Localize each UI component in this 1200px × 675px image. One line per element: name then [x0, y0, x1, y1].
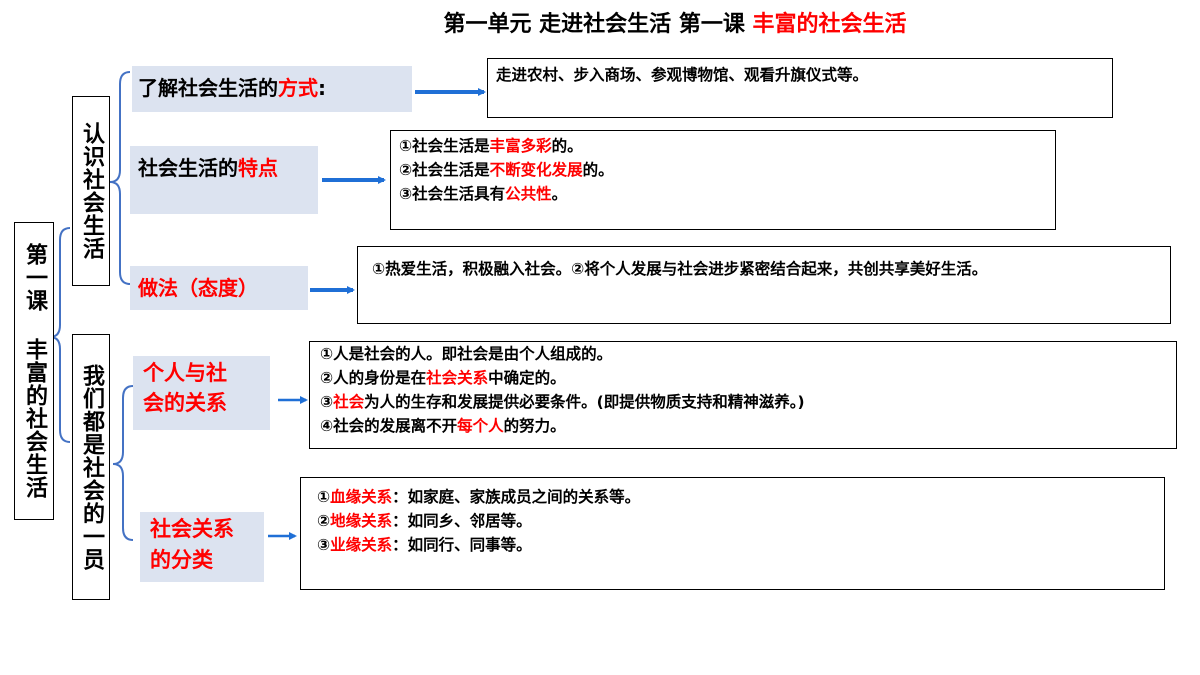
text: ②社会生活是: [399, 161, 490, 179]
text: 的。: [582, 161, 614, 179]
text: ①人是社会的人。即社会是由个人组成的。: [320, 345, 613, 363]
group1-bracket: [109, 71, 131, 285]
relation-line-1: ①人是社会的人。即社会是由个人组成的。: [320, 342, 1176, 366]
highlight: 社会: [333, 393, 365, 411]
highlight: 血缘关系: [330, 488, 393, 506]
content-box-way: 走进农村、步入商场、参观博物馆、观看升旗仪式等。: [487, 58, 1113, 118]
content-box-category: ①血缘关系：如家庭、家族成员之间的关系等。 ②地缘关系：如同乡、邻居等。 ③业缘…: [300, 477, 1165, 590]
highlight: 公共性: [505, 185, 552, 203]
feature-line-3: ③社会生活具有公共性。: [399, 182, 1055, 206]
label-highlight: 特点: [238, 156, 278, 180]
text: ②: [317, 512, 331, 530]
content-box-feature: ①社会生活是丰富多彩的。 ②社会生活是不断变化发展的。 ③社会生活具有公共性。: [390, 130, 1056, 230]
group-label-understand: 认识社会生活: [79, 122, 104, 260]
highlight: 不断变化发展: [489, 161, 583, 179]
label-highlight: 方式: [278, 76, 318, 100]
highlight: 每个人: [457, 417, 504, 435]
label-line: 的分类: [150, 548, 213, 572]
group-node-understand: 认识社会生活: [72, 96, 110, 286]
text: 的。: [551, 137, 583, 155]
highlight: 社会关系: [426, 369, 489, 387]
text: ：如同乡、邻居等。: [392, 512, 532, 530]
text: 的努力。: [503, 417, 566, 435]
group-node-member: 我们都是社会的一员: [72, 334, 110, 600]
label-text: 社会生活的: [138, 156, 238, 180]
content-line: 走进农村、步入商场、参观博物馆、观看升旗仪式等。: [496, 66, 869, 84]
label-line: 会的关系: [143, 391, 227, 415]
text: ②人的身份是在: [320, 369, 427, 387]
text: ③: [320, 393, 334, 411]
item-label-category: 社会关系 的分类: [140, 512, 264, 582]
category-line-1: ①血缘关系：如家庭、家族成员之间的关系等。: [317, 485, 1164, 509]
text: ①社会生活是: [399, 137, 490, 155]
text: ：如家庭、家族成员之间的关系等。: [392, 488, 641, 506]
text: 。: [551, 185, 568, 203]
text: 为人的生存和发展提供必要条件。(即提供物质支持和精神滋养。): [364, 393, 805, 411]
label-line: 个人与社: [143, 361, 227, 385]
item-label-feature: 社会生活的特点: [130, 146, 318, 214]
item-label-practice: 做法（态度）: [130, 266, 308, 310]
highlight: 丰富多彩: [489, 137, 552, 155]
label-suffix: :: [318, 76, 326, 100]
group2-bracket: [112, 385, 134, 541]
feature-line-1: ①社会生活是丰富多彩的。: [399, 134, 1055, 158]
category-line-3: ③业缘关系：如同行、同事等。: [317, 533, 1164, 557]
text: ③: [317, 536, 331, 554]
feature-line-2: ②社会生活是不断变化发展的。: [399, 158, 1055, 182]
highlight: 地缘关系: [330, 512, 393, 530]
relation-line-2: ②人的身份是在社会关系中确定的。: [320, 366, 1176, 390]
text: ③社会生活具有: [399, 185, 506, 203]
relation-line-4: ④社会的发展离不开每个人的努力。: [320, 414, 1176, 438]
relation-line-3: ③社会为人的生存和发展提供必要条件。(即提供物质支持和精神滋养。): [320, 390, 1176, 414]
text: ：如同行、同事等。: [392, 536, 532, 554]
label-text: 了解社会生活的: [138, 76, 278, 100]
root-label: 第一课 丰富的社会生活: [22, 243, 47, 499]
group-label-member: 我们都是社会的一员: [79, 363, 104, 571]
item-label-relation: 个人与社 会的关系: [133, 356, 270, 430]
content-box-relation: ①人是社会的人。即社会是由个人组成的。 ②人的身份是在社会关系中确定的。 ③社会…: [309, 341, 1177, 449]
text: ①: [317, 488, 331, 506]
content-line: ①热爱生活，积极融入社会。②将个人发展与社会进步紧密结合起来，共创共享美好生活。: [372, 260, 988, 278]
text: ④社会的发展离不开: [320, 417, 458, 435]
text: 中确定的。: [488, 369, 566, 387]
content-box-practice: ①热爱生活，积极融入社会。②将个人发展与社会进步紧密结合起来，共创共享美好生活。: [357, 246, 1171, 324]
category-line-2: ②地缘关系：如同乡、邻居等。: [317, 509, 1164, 533]
highlight: 业缘关系: [330, 536, 393, 554]
label-text: 做法（态度）: [138, 276, 258, 300]
item-label-way: 了解社会生活的方式:: [132, 66, 412, 112]
root-node: 第一课 丰富的社会生活: [14, 222, 54, 520]
label-line: 社会关系: [150, 517, 234, 541]
